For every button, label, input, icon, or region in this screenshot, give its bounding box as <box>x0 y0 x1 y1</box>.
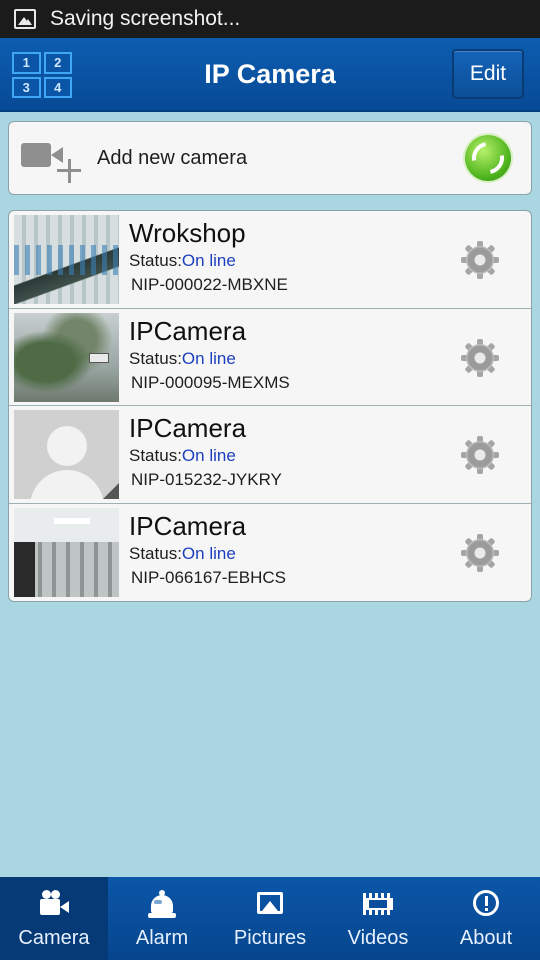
grid-cell-4: 4 <box>43 76 72 98</box>
settings-gear-icon[interactable] <box>461 338 499 377</box>
nav-label: Videos <box>347 927 409 949</box>
camera-id: NIP-000095-MEXMS <box>131 372 290 392</box>
page-title: IP Camera <box>204 58 336 89</box>
nav-label: Alarm <box>135 927 189 949</box>
settings-gear-icon[interactable] <box>461 241 499 279</box>
camera-thumbnail <box>14 312 119 402</box>
settings-gear-icon[interactable] <box>461 436 499 474</box>
camera-info: IPCamera Status:On line NIP-066167-EBHCS <box>129 510 286 588</box>
grid-cell-2: 2 <box>43 52 72 74</box>
grid-view-icon[interactable]: 1 2 3 4 <box>12 52 72 98</box>
videos-icon <box>362 889 394 919</box>
camera-status: Status:On line <box>129 544 286 564</box>
bottom-nav: Camera Alarm Pictures Videos About <box>0 877 540 960</box>
nav-camera[interactable]: Camera <box>0 877 108 960</box>
alarm-icon <box>146 889 178 919</box>
nav-label: About <box>459 927 513 949</box>
edit-button[interactable]: Edit <box>452 49 524 99</box>
camera-list: Wrokshop Status:On line NIP-000022-MBXNE… <box>8 210 532 602</box>
camera-name: IPCamera <box>129 413 247 443</box>
status-label: Status: <box>129 446 182 465</box>
nav-videos[interactable]: Videos <box>324 877 432 960</box>
add-camera-icon <box>21 135 83 183</box>
grid-cell-1: 1 <box>12 52 41 74</box>
default-avatar-thumbnail <box>14 410 119 499</box>
camera-id: NIP-015232-JYKRY <box>131 470 282 489</box>
status-bar-text: Saving screenshot... <box>50 7 241 30</box>
nav-about[interactable]: About <box>432 877 540 960</box>
camera-info: Wrokshop Status:On line NIP-000022-MBXNE <box>129 217 288 295</box>
camera-status: Status:On line <box>129 446 282 466</box>
status-bar: Saving screenshot... <box>0 0 540 38</box>
screenshot-icon <box>14 9 36 29</box>
camera-row[interactable]: IPCamera Status:On line NIP-000095-MEXMS <box>9 309 531 406</box>
camera-id: NIP-066167-EBHCS <box>131 567 286 587</box>
add-camera-row[interactable]: Add new camera <box>8 121 532 195</box>
camera-status: Status:On line <box>129 349 290 369</box>
status-value: On line <box>181 543 236 563</box>
camera-name: Wrokshop <box>129 218 246 248</box>
camera-row[interactable]: IPCamera Status:On line NIP-066167-EBHCS <box>9 504 531 602</box>
camera-id: NIP-000022-MBXNE <box>131 275 288 294</box>
settings-gear-icon[interactable] <box>461 533 499 572</box>
status-value: On line <box>181 348 236 368</box>
status-label: Status: <box>129 348 182 368</box>
camera-info: IPCamera Status:On line NIP-015232-JYKRY <box>129 412 282 490</box>
camera-info: IPCamera Status:On line NIP-000095-MEXMS <box>129 315 290 393</box>
nav-alarm[interactable]: Alarm <box>108 877 216 960</box>
status-value: On line <box>181 446 236 465</box>
grid-cell-3: 3 <box>12 76 41 98</box>
refresh-icon[interactable] <box>465 135 511 181</box>
camera-icon <box>38 889 70 919</box>
camera-status: Status:On line <box>129 251 288 271</box>
about-icon <box>470 889 502 919</box>
camera-row[interactable]: Wrokshop Status:On line NIP-000022-MBXNE <box>9 211 531 309</box>
nav-label: Camera <box>18 927 90 949</box>
camera-thumbnail <box>14 215 119 304</box>
nav-pictures[interactable]: Pictures <box>216 877 324 960</box>
app-header: 1 2 3 4 IP Camera Edit <box>0 38 540 112</box>
camera-thumbnail <box>14 507 119 597</box>
pictures-icon <box>254 889 286 919</box>
camera-name: IPCamera <box>129 510 247 541</box>
nav-label: Pictures <box>233 927 307 949</box>
status-label: Status: <box>129 543 182 563</box>
camera-row[interactable]: IPCamera Status:On line NIP-015232-JYKRY <box>9 406 531 504</box>
status-value: On line <box>181 251 236 270</box>
camera-name: IPCamera <box>129 315 247 346</box>
add-camera-label: Add new camera <box>97 146 248 169</box>
status-label: Status: <box>129 251 182 270</box>
